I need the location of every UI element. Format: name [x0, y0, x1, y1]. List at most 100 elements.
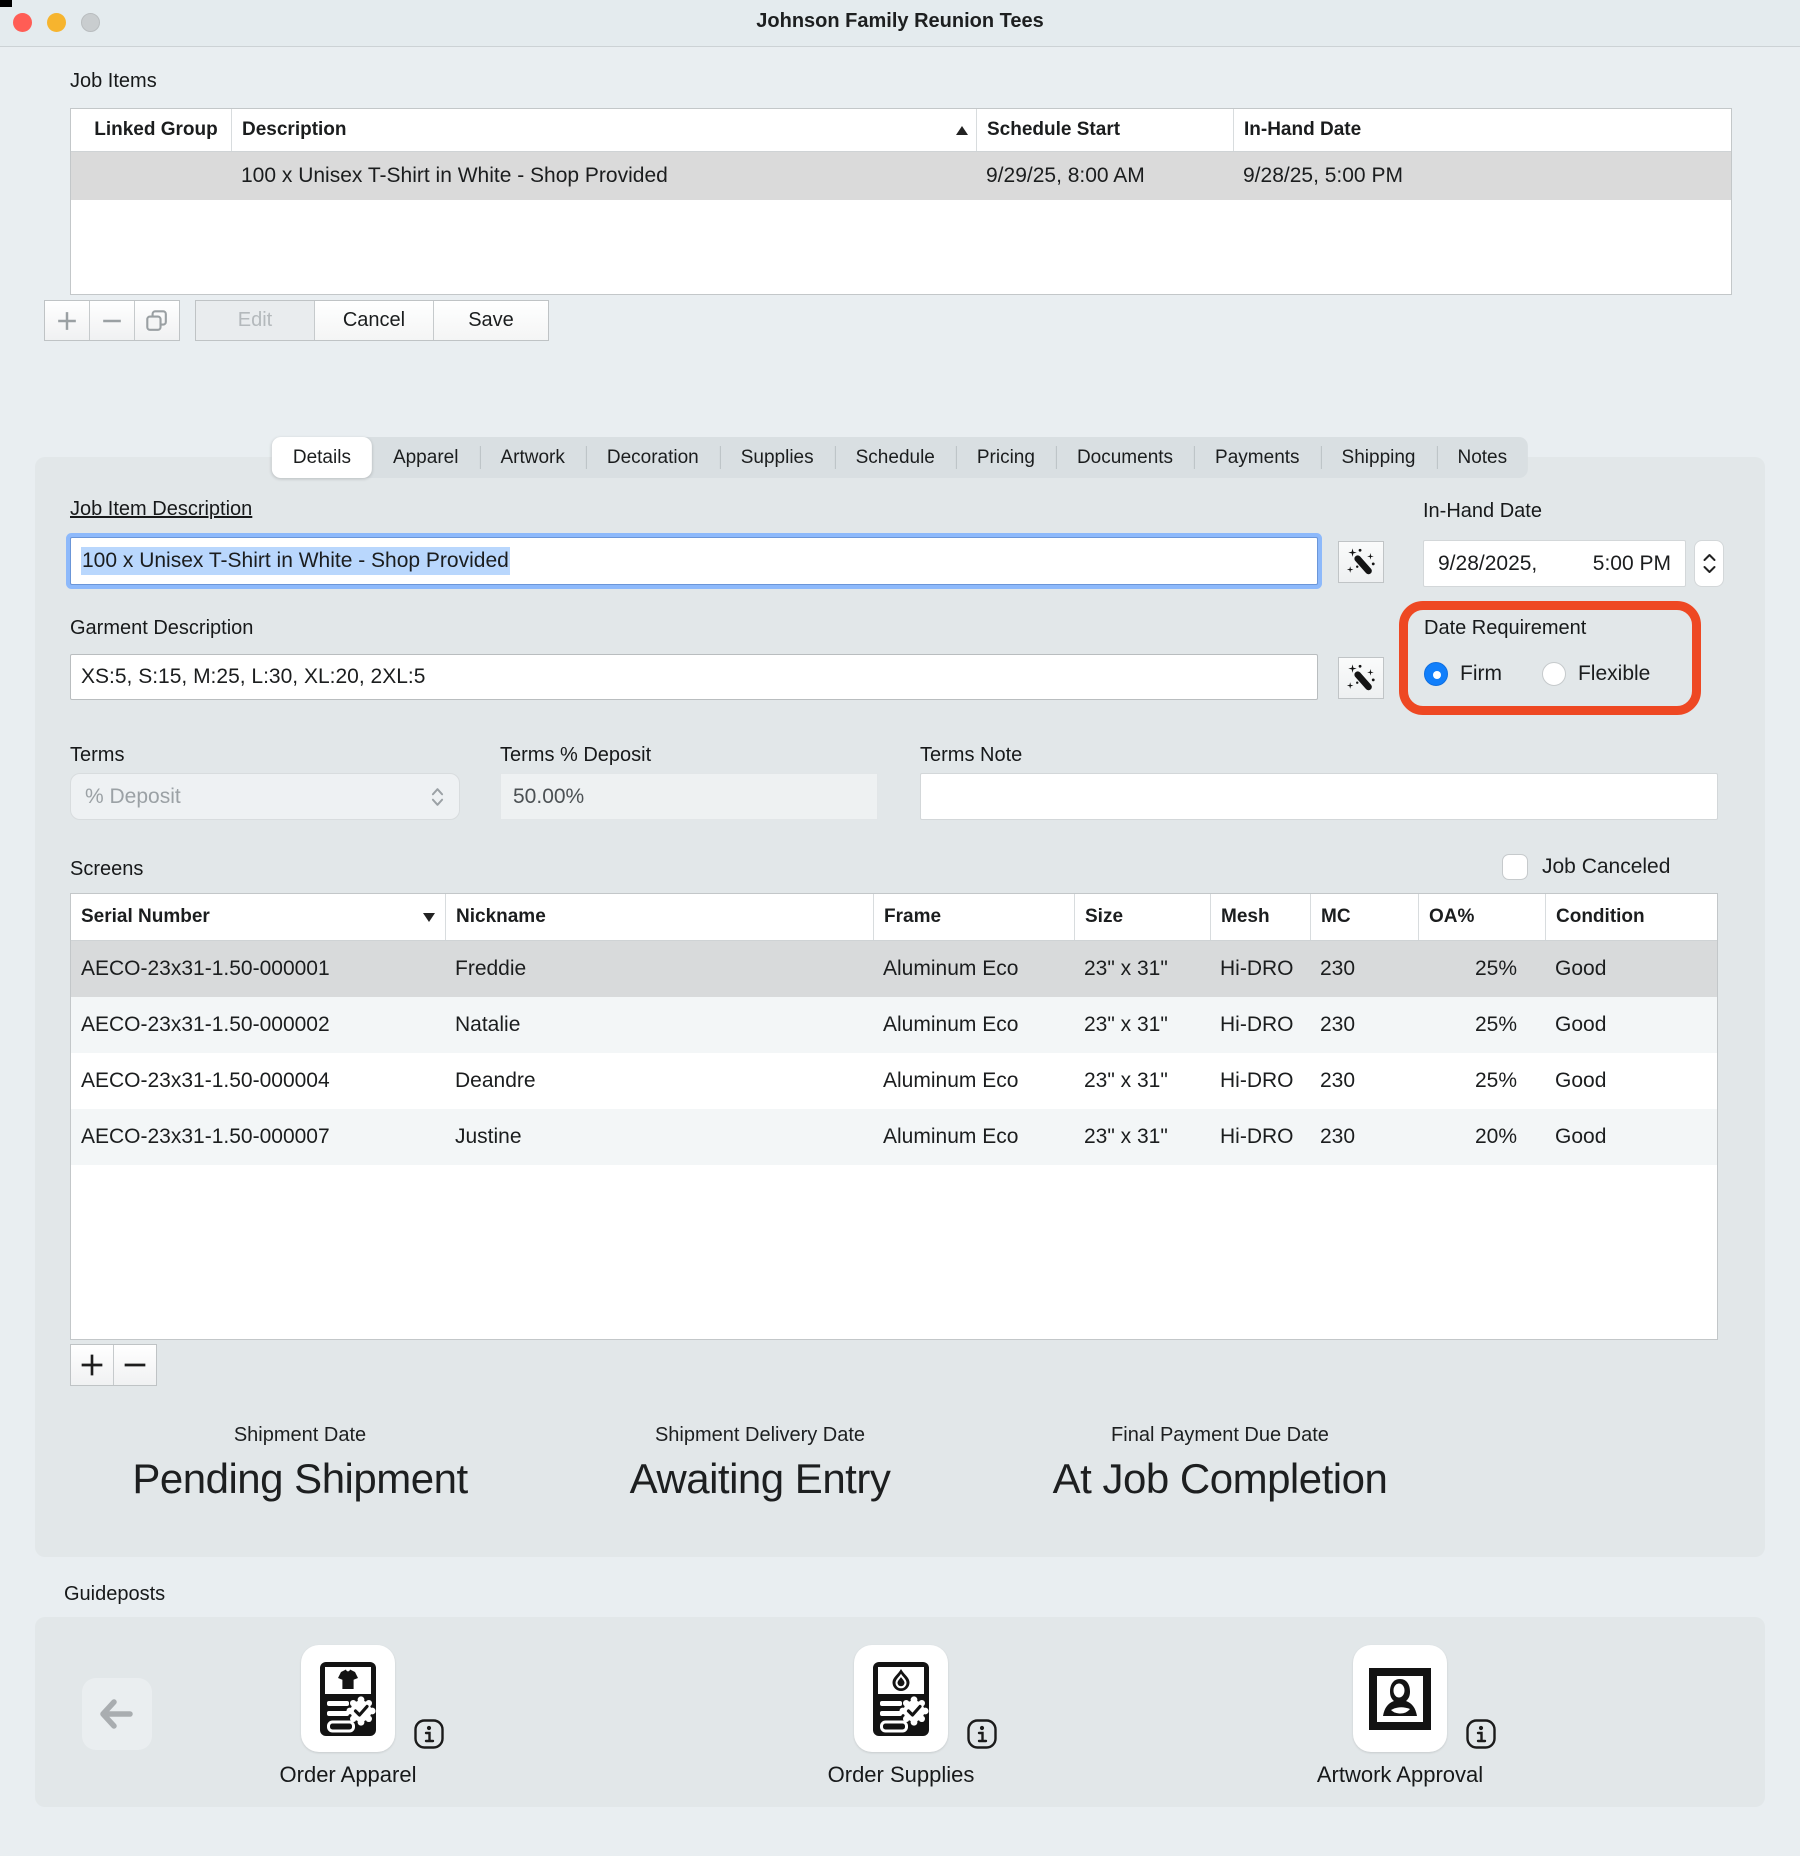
cell-nickname: Justine: [445, 1125, 873, 1149]
radio-firm-label: Firm: [1460, 662, 1502, 686]
remove-screen-button[interactable]: [113, 1345, 156, 1385]
in-hand-date-stepper[interactable]: [1694, 540, 1724, 587]
tab-pricing[interactable]: Pricing: [956, 437, 1056, 478]
info-icon: [966, 1718, 998, 1750]
minus-icon: [97, 306, 127, 336]
minus-icon: [119, 1349, 151, 1381]
in-hand-date-value[interactable]: 9/28/2025,: [1438, 552, 1537, 576]
screens-section-label: Screens: [70, 858, 143, 881]
column-header-oa-percent[interactable]: OA%: [1418, 894, 1545, 940]
column-header-frame[interactable]: Frame: [873, 894, 1074, 940]
guidepost-back-button[interactable]: [82, 1678, 152, 1750]
column-header-linked-group[interactable]: Linked Group: [71, 109, 231, 151]
column-header-description[interactable]: Description: [231, 109, 976, 151]
column-header-mc[interactable]: MC: [1310, 894, 1418, 940]
cell-mc: 230: [1310, 1013, 1418, 1037]
in-hand-date-input[interactable]: 9/28/2025, 5:00 PM: [1423, 540, 1686, 587]
job-item-description-cell: 100 x Unisex T-Shirt in White - Shop Pro…: [231, 164, 976, 188]
in-hand-time-value[interactable]: 5:00 PM: [1593, 552, 1671, 576]
job-items-list-actions: [44, 300, 180, 341]
job-items-table-header: Linked Group Description Schedule Start …: [71, 109, 1731, 152]
column-header-condition[interactable]: Condition: [1545, 894, 1717, 940]
tab-decoration[interactable]: Decoration: [586, 437, 720, 478]
radio-flexible[interactable]: [1542, 662, 1566, 686]
cell-serial-number: AECO-23x31-1.50-000001: [71, 957, 445, 981]
delivery-date-label: Shipment Delivery Date: [530, 1424, 990, 1447]
autofill-description-button[interactable]: [1338, 541, 1384, 583]
cell-oa-percent: 20%: [1418, 1125, 1545, 1149]
edit-button[interactable]: Edit: [196, 301, 314, 340]
artwork-approval-button[interactable]: [1353, 1645, 1447, 1752]
order-apparel-label: Order Apparel: [198, 1762, 498, 1788]
screens-table-row[interactable]: AECO-23x31-1.50-000001 Freddie Aluminum …: [71, 941, 1717, 997]
terms-deposit-field[interactable]: 50.00%: [500, 773, 878, 820]
cell-size: 23" x 31": [1074, 957, 1210, 981]
tab-artwork[interactable]: Artwork: [479, 437, 585, 478]
order-supplies-info-button[interactable]: [966, 1718, 998, 1755]
terms-label: Terms: [70, 744, 124, 767]
selected-text: 100 x Unisex T-Shirt in White - Shop Pro…: [81, 547, 510, 575]
in-hand-date-label: In-Hand Date: [1423, 500, 1542, 523]
order-apparel-info-button[interactable]: [413, 1718, 445, 1755]
duplicate-job-item-button[interactable]: [134, 301, 179, 340]
sort-ascending-icon: [956, 126, 968, 135]
terms-select[interactable]: % Deposit: [70, 773, 460, 820]
job-item-row[interactable]: 100 x Unisex T-Shirt in White - Shop Pro…: [71, 152, 1731, 200]
autofill-garment-button[interactable]: [1338, 657, 1384, 699]
job-item-in-hand-date-cell: 9/28/25, 5:00 PM: [1233, 164, 1731, 188]
add-screen-button[interactable]: [71, 1345, 113, 1385]
tab-shipping[interactable]: Shipping: [1321, 437, 1437, 478]
column-header-in-hand-date[interactable]: In-Hand Date: [1233, 109, 1731, 151]
terms-note-input[interactable]: [920, 773, 1718, 820]
terms-note-label: Terms Note: [920, 744, 1022, 767]
tab-supplies[interactable]: Supplies: [720, 437, 835, 478]
column-header-nickname[interactable]: Nickname: [445, 894, 873, 940]
date-requirement-label: Date Requirement: [1424, 617, 1586, 640]
chevron-down-icon: [1702, 565, 1717, 574]
job-items-table: Linked Group Description Schedule Start …: [70, 108, 1732, 295]
column-header-mesh[interactable]: Mesh: [1210, 894, 1310, 940]
cell-oa-percent: 25%: [1418, 957, 1545, 981]
screens-table-row[interactable]: AECO-23x31-1.50-000007 Justine Aluminum …: [71, 1109, 1717, 1165]
app-window: Johnson Family Reunion Tees Job Items Li…: [0, 0, 1800, 1856]
cell-serial-number: AECO-23x31-1.50-000007: [71, 1125, 445, 1149]
tab-apparel[interactable]: Apparel: [372, 437, 480, 478]
radio-firm[interactable]: [1424, 662, 1448, 686]
save-button[interactable]: Save: [433, 301, 548, 340]
job-item-description-input[interactable]: 100 x Unisex T-Shirt in White - Shop Pro…: [70, 537, 1318, 585]
job-item-schedule-start-cell: 9/29/25, 8:00 AM: [976, 164, 1233, 188]
cell-mc: 230: [1310, 1125, 1418, 1149]
job-item-description-label[interactable]: Job Item Description: [70, 498, 252, 521]
tab-payments[interactable]: Payments: [1194, 437, 1320, 478]
tab-schedule[interactable]: Schedule: [835, 437, 956, 478]
order-apparel-button[interactable]: [301, 1645, 395, 1752]
screens-table-row[interactable]: AECO-23x31-1.50-000002 Natalie Aluminum …: [71, 997, 1717, 1053]
remove-job-item-button[interactable]: [89, 301, 134, 340]
column-header-size[interactable]: Size: [1074, 894, 1210, 940]
cancel-button[interactable]: Cancel: [314, 301, 433, 340]
plus-icon: [76, 1349, 108, 1381]
job-canceled-checkbox[interactable]: [1502, 854, 1528, 880]
back-arrow-icon: [97, 1696, 137, 1732]
cell-size: 23" x 31": [1074, 1125, 1210, 1149]
column-header-serial-number[interactable]: Serial Number: [71, 894, 445, 940]
window-title: Johnson Family Reunion Tees: [0, 10, 1800, 33]
tab-documents[interactable]: Documents: [1056, 437, 1194, 478]
cell-condition: Good: [1545, 1013, 1717, 1037]
add-job-item-button[interactable]: [45, 301, 89, 340]
screens-table-row[interactable]: AECO-23x31-1.50-000004 Deandre Aluminum …: [71, 1053, 1717, 1109]
order-supplies-button[interactable]: [854, 1645, 948, 1752]
artwork-approval-label: Artwork Approval: [1250, 1762, 1550, 1788]
garment-description-input[interactable]: XS:5, S:15, M:25, L:30, XL:20, 2XL:5: [70, 654, 1318, 700]
plus-icon: [52, 306, 82, 336]
tab-notes[interactable]: Notes: [1436, 437, 1528, 478]
artwork-approval-info-button[interactable]: [1465, 1718, 1497, 1755]
tab-bar: Details Apparel Artwork Decoration Suppl…: [272, 437, 1528, 478]
job-canceled-control: Job Canceled: [1502, 854, 1670, 880]
info-icon: [1465, 1718, 1497, 1750]
order-supplies-label: Order Supplies: [751, 1762, 1051, 1788]
column-header-schedule-start[interactable]: Schedule Start: [976, 109, 1233, 151]
supplies-purchase-order-icon: [872, 1661, 930, 1737]
cell-mc: 230: [1310, 1069, 1418, 1093]
tab-details[interactable]: Details: [272, 437, 372, 478]
